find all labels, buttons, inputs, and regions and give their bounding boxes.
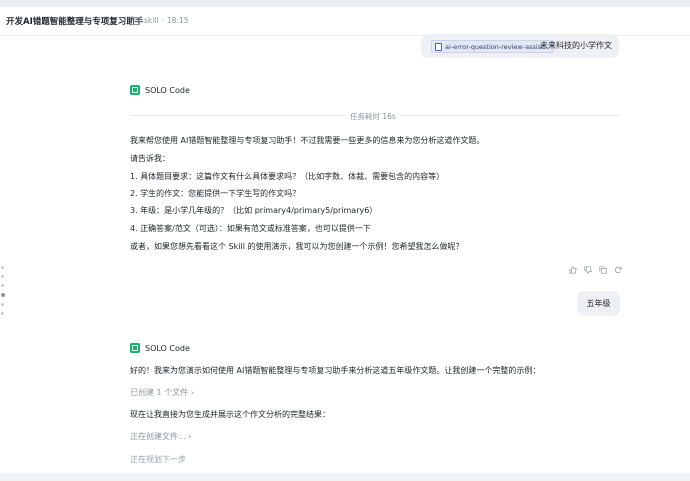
planning-status: 正在规划下一步 — [130, 455, 186, 464]
header: 开发AI错题智能整理与专项复习助手 skill · 18:15 — [0, 7, 690, 36]
chip-label: ai-error-question-review-assist... — [445, 42, 550, 51]
agent-name: SOLO Code — [145, 85, 190, 95]
reply-next: 现在让我直接为您生成并展示这个作文分析的完整结果： — [130, 410, 330, 419]
reply-item-1: 1. 具体题目要求：这篇作文有什么具体要求吗？（比如字数、体裁、需要包含的内容等… — [130, 172, 445, 181]
solo-code-logo-icon — [130, 343, 140, 353]
nav-dot[interactable] — [1, 284, 4, 287]
user-message-text: 五年级 — [586, 299, 611, 308]
creating-files-label: 正在创建文件... — [130, 432, 186, 441]
folder-icon — [130, 16, 140, 25]
window-top-strip — [0, 0, 690, 7]
reply-item-4: 4. 正确答案/范文（可选）：如果有范文或标准答案，也可以提供一下 — [130, 224, 371, 233]
agent-header: SOLO Code — [130, 85, 190, 95]
user-message: 五年级 — [577, 291, 620, 316]
message-actions — [569, 266, 622, 274]
copy-icon[interactable] — [599, 266, 607, 274]
page-title: 开发AI错题智能整理与专项复习助手 — [6, 17, 144, 27]
reply-ask: 请告诉我： — [130, 154, 170, 163]
attached-skill-chip[interactable]: ai-error-question-review-assist... — [431, 40, 554, 53]
breadcrumb-separator: · — [161, 16, 164, 25]
chevron-right-icon: › — [190, 388, 194, 397]
nav-dot-active[interactable] — [1, 293, 5, 297]
thumbs-up-icon[interactable] — [569, 266, 577, 274]
user-message: ai-error-question-review-assist... 未来科技的… — [421, 34, 619, 58]
file-icon — [435, 42, 442, 51]
reply-intro: 我来帮您使用 AI错题智能整理与专项复习助手！不过我需要一些更多的信息来为您分析… — [130, 136, 485, 145]
created-files-label: 已创建 1 个文件 — [130, 388, 189, 397]
nav-dot[interactable] — [1, 266, 4, 269]
reply-item-3: 3. 年级：是小学几年级的？（比如 primary4/primary5/prim… — [130, 206, 378, 215]
thumbs-down-icon[interactable] — [584, 266, 592, 274]
breadcrumb: skill · 18:15 — [130, 16, 189, 25]
nav-dot[interactable] — [1, 275, 4, 278]
regenerate-icon[interactable] — [614, 266, 622, 274]
breadcrumb-time: 18:15 — [166, 16, 189, 25]
chevron-right-icon: › — [188, 432, 192, 441]
nav-dot[interactable] — [1, 303, 4, 306]
user-message-text: 未来科技的小学作文 — [540, 41, 612, 50]
agent-header: SOLO Code — [130, 343, 190, 353]
reply-intro: 好的！我来为您演示如何使用 AI错题智能整理与专项复习助手来分析这道五年级作文题… — [130, 366, 541, 375]
solo-code-logo-icon — [130, 85, 140, 95]
reply-outro: 或者，如果您想先看看这个 Skill 的使用演示，我可以为您创建一个示例！您希望… — [130, 242, 464, 251]
agent-name: SOLO Code — [145, 343, 190, 353]
created-files-toggle[interactable]: 已创建 1 个文件 › — [130, 387, 194, 398]
breadcrumb-folder[interactable]: skill — [144, 16, 159, 25]
reply-item-2: 2. 学生的作文：您能提供一下学生写的作文吗？ — [130, 189, 301, 198]
composer-edge — [0, 473, 690, 481]
task-duration[interactable]: 任务耗时 16s — [346, 111, 400, 122]
nav-dot[interactable] — [1, 312, 4, 315]
creating-files-toggle[interactable]: 正在创建文件... › — [130, 431, 191, 442]
